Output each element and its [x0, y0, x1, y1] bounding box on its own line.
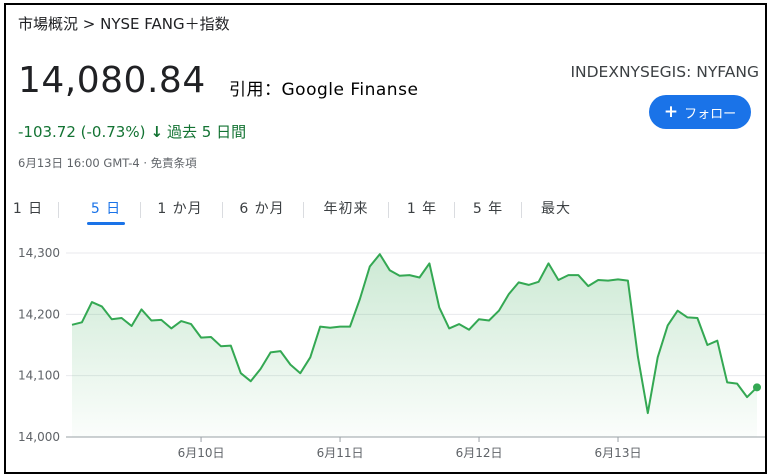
x-tick-label: 6月11日	[317, 446, 364, 460]
chart-area-fill	[72, 254, 757, 437]
x-axis-ticks: 6月10日 6月11日 6月12日 6月13日	[178, 437, 642, 460]
x-tick-label: 6月12日	[456, 446, 503, 460]
x-tick-label: 6月13日	[595, 446, 642, 460]
y-axis-ticks: 14,000 14,100 14,200 14,300	[18, 246, 60, 444]
y-tick-label: 14,300	[18, 246, 60, 260]
stock-panel: 市場概況 > NYSE FANG＋指数 14,080.84 引用：Google …	[4, 3, 767, 474]
price-chart[interactable]: 14,000 14,100 14,200 14,300 6月10日 6月11日 6月12日…	[6, 5, 765, 472]
x-tick-label: 6月10日	[178, 446, 225, 460]
y-tick-label: 14,000	[18, 430, 60, 444]
y-tick-label: 14,100	[18, 369, 60, 383]
y-tick-label: 14,200	[18, 307, 60, 321]
chart-last-point	[753, 383, 761, 392]
